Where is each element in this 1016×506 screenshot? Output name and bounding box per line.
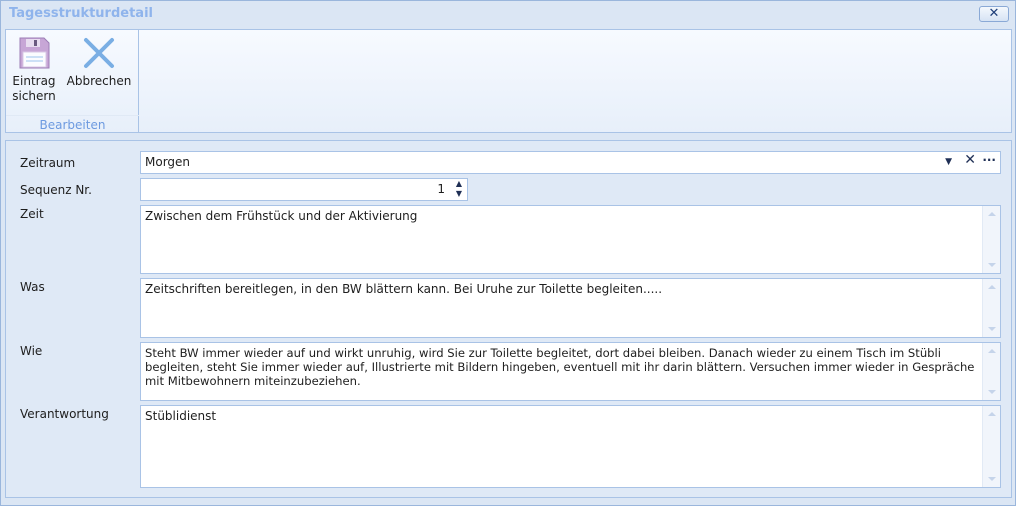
close-button[interactable]: ✕ — [979, 6, 1009, 22]
cancel-button[interactable]: Abbrechen — [66, 36, 132, 89]
zeitraum-label: Zeitraum — [20, 156, 76, 170]
zeitraum-value: Morgen — [145, 155, 191, 169]
clear-icon[interactable]: ✕ — [964, 153, 976, 167]
scroll-down-icon[interactable] — [988, 390, 996, 394]
save-entry-button[interactable]: Eintrag sichern — [10, 36, 58, 104]
cancel-label: Abbrechen — [66, 74, 132, 88]
scroll-up-icon[interactable] — [988, 212, 996, 216]
verantwortung-value: Stüblidienst — [145, 409, 217, 423]
close-icon: ✕ — [988, 6, 1000, 21]
zeit-textarea[interactable]: Zwischen dem Frühstück und der Aktivieru… — [140, 205, 1001, 274]
zeitraum-combobox[interactable]: Morgen ▼ ✕ ··· — [140, 151, 1001, 174]
sequenz-label: Sequenz Nr. — [20, 183, 92, 197]
was-label: Was — [20, 280, 45, 294]
sequenz-spin-input[interactable]: 1 ▲ ▼ — [140, 178, 468, 201]
form-panel: Zeitraum Morgen ▼ ✕ ··· Sequenz Nr. 1 ▲ … — [5, 140, 1012, 498]
was-textarea[interactable]: Zeitschriften bereitlegen, in den BW blä… — [140, 278, 1001, 338]
sequenz-value: 1 — [437, 182, 445, 196]
ribbon-group-label: Bearbeiten — [6, 115, 139, 132]
cancel-x-icon — [84, 38, 114, 68]
was-scrollbar[interactable] — [982, 279, 1000, 337]
wie-label: Wie — [20, 344, 43, 358]
floppy-disk-icon — [19, 37, 50, 69]
zeit-label: Zeit — [20, 207, 44, 221]
scroll-down-icon[interactable] — [988, 327, 996, 331]
ribbon-group-bearbeiten: Eintrag sichern Abbrechen Bearbeiten — [6, 30, 139, 132]
verantwortung-textarea[interactable]: Stüblidienst — [140, 405, 1001, 488]
spin-up-icon[interactable]: ▲ — [456, 179, 462, 188]
zeit-value: Zwischen dem Frühstück und der Aktivieru… — [145, 209, 418, 223]
save-label-line2: sichern — [12, 89, 56, 103]
zeit-scrollbar[interactable] — [982, 206, 1000, 273]
window-title: Tagesstrukturdetail — [9, 6, 153, 21]
ribbon: Eintrag sichern Abbrechen Bearbeiten — [5, 29, 1012, 133]
wie-textarea[interactable]: Steht BW immer wieder auf und wirkt unru… — [140, 342, 1001, 401]
verantwortung-scrollbar[interactable] — [982, 406, 1000, 487]
dropdown-arrow-icon[interactable]: ▼ — [945, 155, 952, 169]
save-label-line1: Eintrag — [12, 74, 56, 88]
scroll-up-icon[interactable] — [988, 349, 996, 353]
wie-value: Steht BW immer wieder auf und wirkt unru… — [145, 346, 975, 388]
was-value: Zeitschriften bereitlegen, in den BW blä… — [145, 282, 663, 296]
scroll-down-icon[interactable] — [988, 263, 996, 267]
scroll-up-icon[interactable] — [988, 285, 996, 289]
scroll-down-icon[interactable] — [988, 477, 996, 481]
verantwortung-label: Verantwortung — [20, 407, 109, 421]
ellipsis-icon[interactable]: ··· — [982, 153, 996, 167]
dialog-window: Tagesstrukturdetail ✕ Eintrag sichern Ab… — [0, 0, 1016, 506]
wie-scrollbar[interactable] — [982, 343, 1000, 400]
spin-down-icon[interactable]: ▼ — [456, 189, 462, 198]
scroll-up-icon[interactable] — [988, 412, 996, 416]
